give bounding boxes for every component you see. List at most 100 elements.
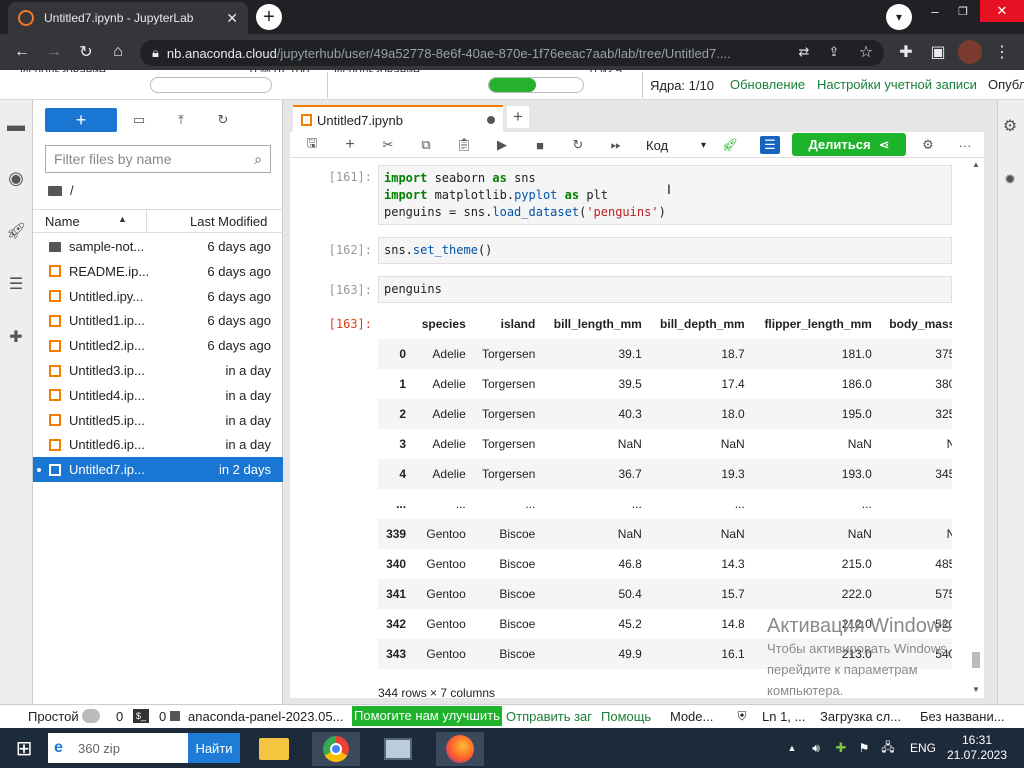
- file-list-item[interactable]: Untitled.ipy... 6 days ago: [33, 284, 283, 309]
- folder-icon[interactable]: ▬: [5, 114, 27, 136]
- column-header: body_mass_: [889, 317, 952, 331]
- notebook-scrollbar[interactable]: ▲ ▼: [970, 160, 982, 696]
- chrome-icon[interactable]: [312, 732, 360, 766]
- more-options-icon[interactable]: ···: [955, 136, 975, 154]
- filter-files-input[interactable]: Filter files by name ⌕: [45, 145, 271, 173]
- extensions-icon[interactable]: ✚: [894, 40, 918, 64]
- fast-forward-icon[interactable]: ⏩︎: [606, 136, 626, 154]
- file-list-item[interactable]: Untitled7.ip... in 2 days: [33, 457, 283, 483]
- new-notebook-tab-button[interactable]: +: [507, 106, 529, 128]
- language-indicator[interactable]: ENG: [910, 741, 936, 755]
- file-list-item[interactable]: Untitled2.ip... 6 days ago: [33, 333, 283, 358]
- editor-mode[interactable]: Mode...: [670, 709, 713, 724]
- cursor-position[interactable]: Ln 1, ...: [762, 709, 805, 724]
- column-modified-header[interactable]: Last Modified: [190, 214, 267, 229]
- assistant-rocket-icon[interactable]: 🚀︎: [720, 136, 740, 154]
- toolbox-icon[interactable]: ☰: [760, 136, 780, 154]
- column-header: species: [421, 317, 466, 331]
- file-list-item[interactable]: Untitled1.ip... 6 days ago: [33, 308, 283, 333]
- help-link[interactable]: Помощь: [601, 709, 651, 724]
- update-link[interactable]: Обновление: [730, 77, 805, 92]
- new-folder-icon[interactable]: ▭: [130, 111, 148, 129]
- unsaved-dot-icon[interactable]: [487, 116, 495, 124]
- share-button[interactable]: Делиться ⋖: [792, 133, 906, 156]
- file-list-item[interactable]: Untitled3.ip... in a day: [33, 358, 283, 383]
- stop-icon[interactable]: ■: [530, 136, 550, 154]
- network-icon[interactable]: 🖧︎: [880, 740, 896, 756]
- task-manager-icon[interactable]: [374, 732, 422, 766]
- antivirus-icon[interactable]: ✚: [833, 740, 849, 756]
- close-window-icon[interactable]: ✕: [980, 0, 1024, 22]
- restart-icon[interactable]: ↻: [568, 136, 588, 154]
- publish-link[interactable]: Опубл: [988, 77, 1024, 92]
- back-icon[interactable]: ←: [10, 40, 34, 64]
- refresh-icon[interactable]: ↻: [214, 111, 232, 129]
- tab-search-icon[interactable]: ▾: [886, 4, 912, 30]
- table-cell: Na: [946, 437, 952, 451]
- code-cell[interactable]: import seaborn as sns import matplotlib.…: [378, 165, 952, 225]
- insert-cell-icon[interactable]: +: [340, 136, 360, 154]
- scroll-thumb[interactable]: [972, 652, 980, 668]
- table-cell: [878, 489, 952, 519]
- close-tab-icon[interactable]: ✕: [226, 10, 238, 27]
- forward-icon[interactable]: →: [42, 40, 66, 64]
- firefox-icon[interactable]: [436, 732, 484, 766]
- property-inspector-icon[interactable]: ⚙: [999, 115, 1021, 137]
- file-list-item[interactable]: Untitled5.ip... in a day: [33, 408, 283, 433]
- profile-avatar[interactable]: [958, 40, 982, 64]
- help-improve-banner[interactable]: Помогите нам улучшить: [352, 706, 502, 726]
- share-page-icon[interactable]: ⇪: [822, 40, 846, 64]
- file-list-item[interactable]: sample-not... 6 days ago: [33, 234, 283, 259]
- restore-icon[interactable]: ❐: [953, 4, 973, 18]
- simple-mode-toggle[interactable]: [82, 709, 100, 723]
- copy-icon[interactable]: ⧉: [416, 136, 436, 154]
- table-cell: Adelie: [432, 407, 466, 421]
- address-bar[interactable]: 🔒︎ nb.anaconda.cloud /jupyterhub/user/49…: [140, 40, 884, 66]
- browser-tab[interactable]: Untitled7.ipynb - JupyterLab ✕: [8, 2, 248, 34]
- column-name-header[interactable]: Name: [45, 214, 80, 229]
- table-row: 0 Adelie Torgersen 39.1 18.7 181.0 3750: [378, 339, 952, 369]
- folder-icon[interactable]: [48, 185, 62, 196]
- table-of-contents-icon[interactable]: ☰: [5, 273, 27, 295]
- debugger-sidebar-icon[interactable]: ✹: [999, 168, 1021, 190]
- flag-icon[interactable]: ⚑: [856, 740, 872, 756]
- translate-icon[interactable]: ⇄: [792, 40, 816, 64]
- sidebar-icon[interactable]: ▣: [926, 40, 950, 64]
- reload-icon[interactable]: ↻: [74, 40, 98, 64]
- send-report-link[interactable]: Отправить заг: [506, 709, 592, 724]
- browser-menu-icon[interactable]: ⋮: [990, 40, 1014, 64]
- extension-manager-icon[interactable]: ✚: [5, 326, 27, 348]
- rocket-icon[interactable]: 🚀︎: [5, 220, 27, 242]
- tray-expand-icon[interactable]: ▲: [786, 742, 798, 754]
- taskbar-search-input[interactable]: e 360 zip: [48, 733, 188, 763]
- windows-start-icon[interactable]: ⊞: [10, 735, 38, 761]
- debugger-icon[interactable]: ⚙︎: [918, 136, 938, 154]
- cell-type-select[interactable]: Код ▾: [646, 136, 706, 154]
- code-cell[interactable]: sns.set_theme(): [378, 237, 952, 264]
- code-cell[interactable]: penguins: [378, 276, 952, 303]
- new-tab-button[interactable]: +: [256, 4, 282, 30]
- paste-icon[interactable]: 📋︎: [454, 136, 474, 154]
- file-explorer-icon[interactable]: [250, 732, 298, 766]
- file-list-item[interactable]: Untitled6.ip... in a day: [33, 432, 283, 457]
- home-icon[interactable]: ⌂: [106, 40, 130, 64]
- new-launcher-button[interactable]: +: [45, 108, 117, 132]
- file-list-item[interactable]: README.ip... 6 days ago: [33, 259, 283, 284]
- clock[interactable]: 16:31 21.07.2023: [946, 733, 1008, 763]
- scroll-up-icon[interactable]: ▲: [972, 160, 980, 169]
- search-find-button[interactable]: Найти: [188, 733, 240, 763]
- minimize-icon[interactable]: –: [925, 4, 945, 19]
- volume-icon[interactable]: 🔊︎: [808, 740, 824, 756]
- file-list-item[interactable]: Untitled4.ip... in a day: [33, 383, 283, 408]
- running-kernels-icon[interactable]: ◉: [5, 167, 27, 189]
- bookmark-star-icon[interactable]: ☆: [854, 40, 878, 64]
- cut-icon[interactable]: ✂: [378, 136, 398, 154]
- run-icon[interactable]: ▶: [492, 136, 512, 154]
- upload-icon[interactable]: ⤒: [172, 111, 190, 129]
- scroll-down-icon[interactable]: ▼: [972, 685, 980, 694]
- notebook-tab[interactable]: Untitled7.ipynb: [293, 105, 503, 133]
- save-icon[interactable]: 🖫︎: [302, 135, 322, 154]
- table-row: 340 Gentoo Biscoe 46.8 14.3 215.0 4850: [378, 549, 952, 579]
- account-settings-link[interactable]: Настройки учетной записи: [817, 77, 977, 92]
- breadcrumb-path[interactable]: /: [70, 183, 74, 198]
